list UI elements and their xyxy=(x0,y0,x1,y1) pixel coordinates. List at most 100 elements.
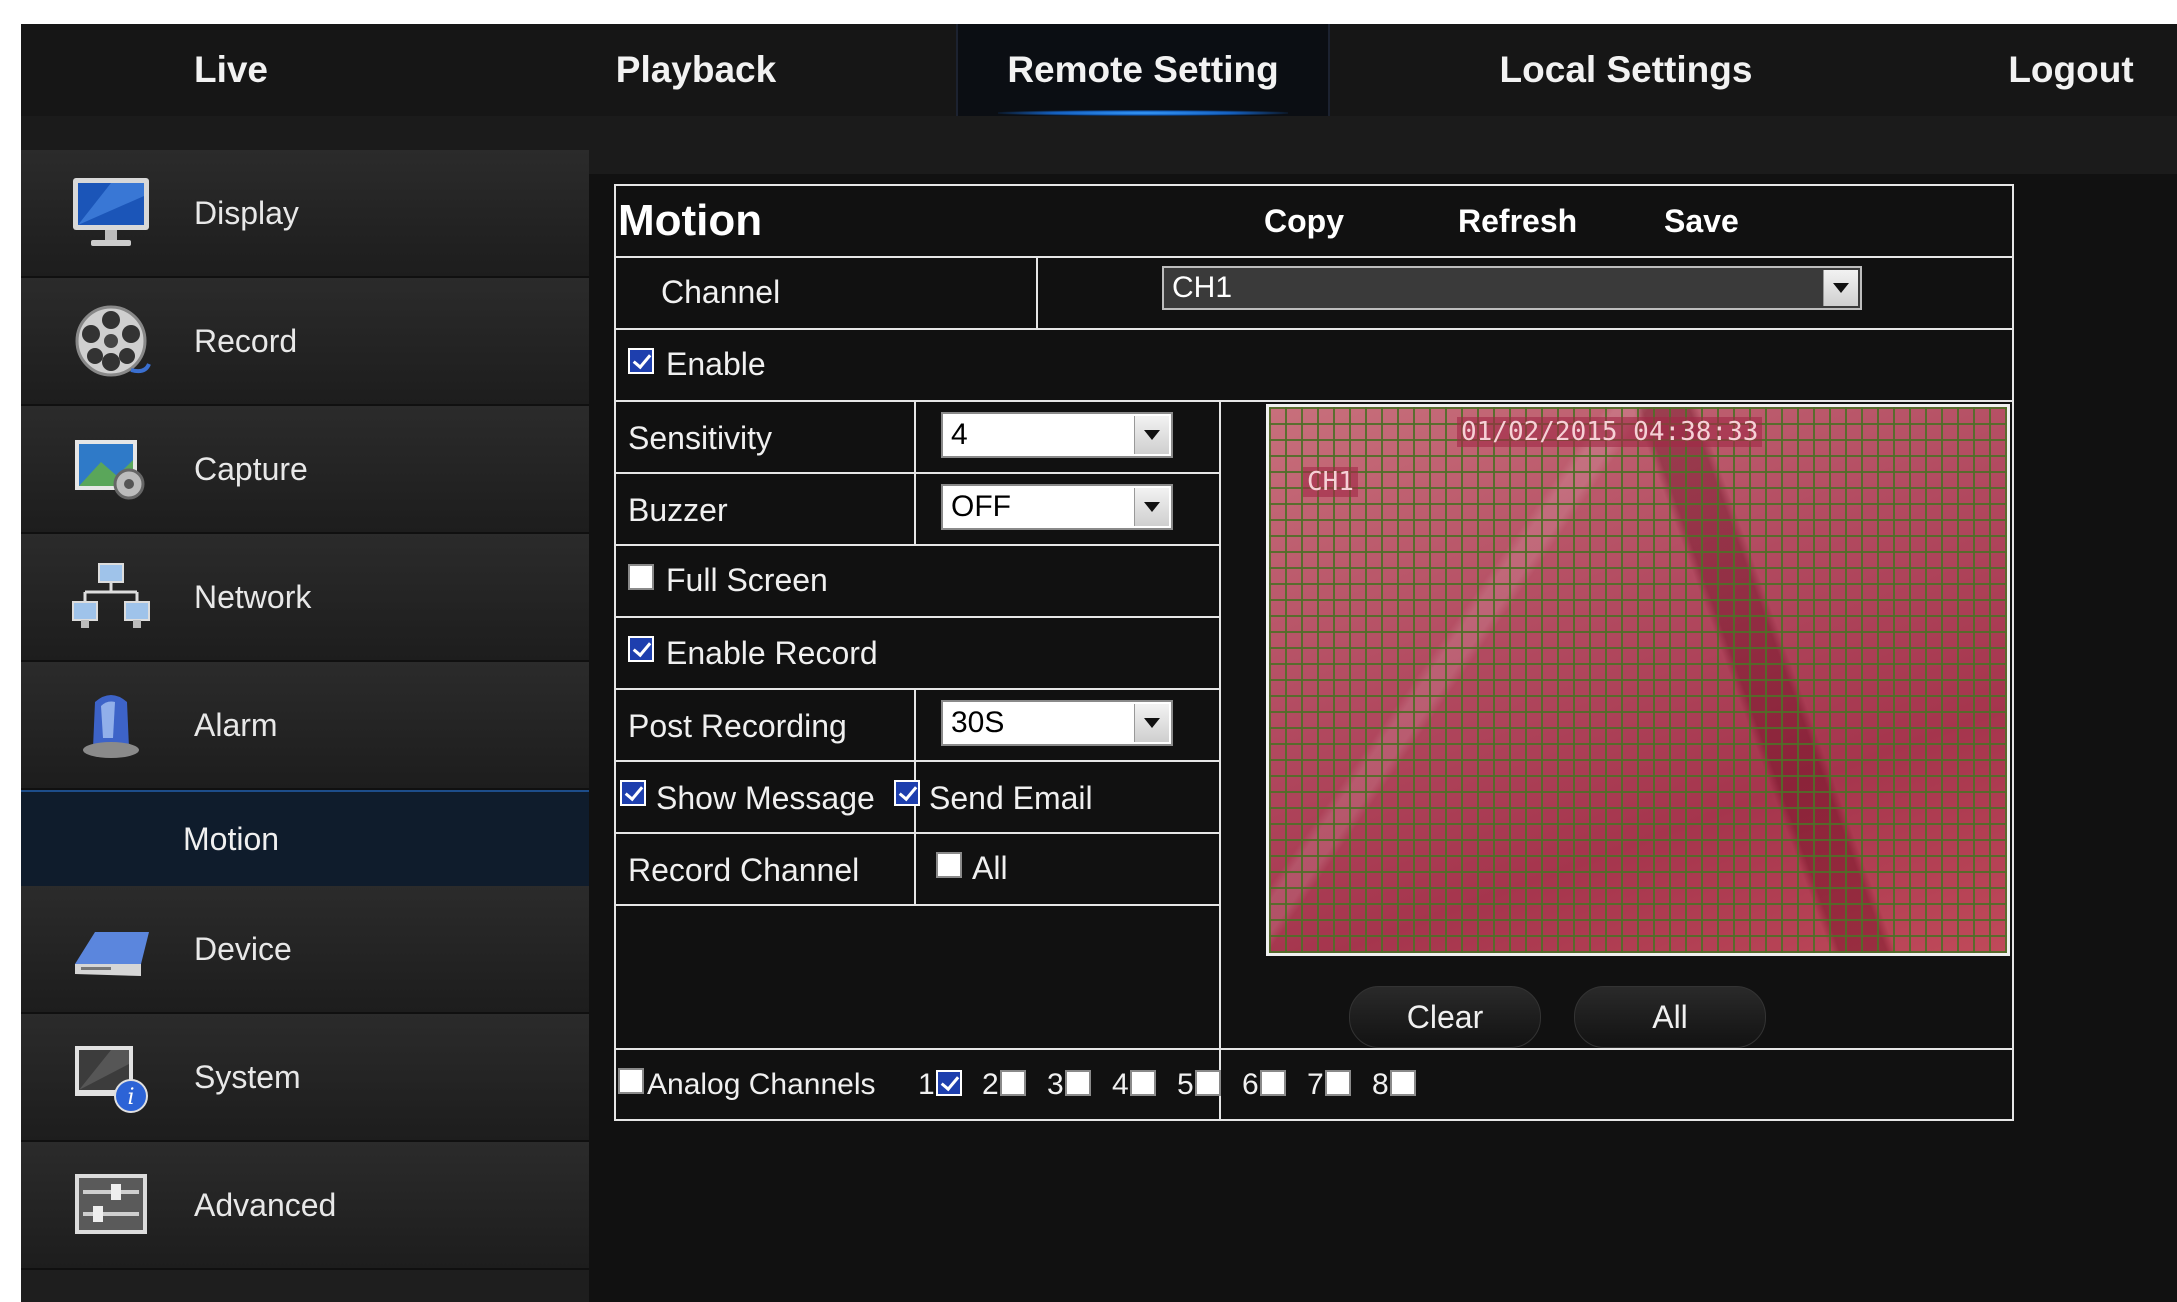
row-line xyxy=(616,688,1220,690)
full-screen-checkbox[interactable] xyxy=(628,564,654,590)
sensitivity-label: Sensitivity xyxy=(628,420,773,456)
channel-number: 8 xyxy=(1372,1068,1389,1101)
dvr-app: Live Playback Remote Setting Local Setti… xyxy=(21,24,2177,1302)
enable-row: Enable xyxy=(616,328,2012,402)
channel-7-checkbox[interactable] xyxy=(1325,1070,1351,1096)
channel-label: Channel xyxy=(661,274,781,310)
record-channel-all-checkbox[interactable] xyxy=(936,852,962,878)
panel-header: Motion Copy Refresh Save xyxy=(616,186,2012,258)
send-email-checkbox[interactable] xyxy=(894,780,920,806)
channel-5-checkbox[interactable] xyxy=(1195,1070,1221,1096)
sidebar-subitem-motion[interactable]: Motion xyxy=(21,790,589,888)
chevron-down-icon xyxy=(1134,488,1169,526)
row-line xyxy=(616,616,1220,618)
record-channel-all-label: All xyxy=(972,850,1008,886)
channel-4-checkbox[interactable] xyxy=(1130,1070,1156,1096)
nav-live[interactable]: Live xyxy=(111,24,351,116)
sidebar-item-system[interactable]: i System xyxy=(21,1014,589,1142)
motion-panel: Motion Copy Refresh Save Channel CH1 Ena… xyxy=(614,184,2014,1121)
sidebar: Display Record Capture Network Alarm Mot… xyxy=(21,150,589,1302)
sidebar-item-network[interactable]: Network xyxy=(21,534,589,662)
select-all-button[interactable]: All xyxy=(1574,986,1766,1048)
chevron-down-icon xyxy=(1134,704,1169,742)
channel-8-checkbox[interactable] xyxy=(1390,1070,1416,1096)
show-message-label: Show Message xyxy=(656,780,875,816)
sidebar-subitem-label: Motion xyxy=(183,821,280,857)
sensitivity-value: 4 xyxy=(951,418,968,451)
channel-2-checkbox[interactable] xyxy=(1000,1070,1026,1096)
channel-6-checkbox[interactable] xyxy=(1260,1070,1286,1096)
channel-number: 6 xyxy=(1242,1068,1259,1101)
divider xyxy=(1036,256,1038,328)
post-recording-label: Post Recording xyxy=(628,708,847,744)
copy-button[interactable]: Copy xyxy=(1264,186,1344,256)
channel-3-checkbox[interactable] xyxy=(1065,1070,1091,1096)
nav-local-settings[interactable]: Local Settings xyxy=(1461,24,1791,116)
network-icon xyxy=(72,563,150,628)
motion-area-grid[interactable]: 01/02/2015 04:38:33 CH1 xyxy=(1266,404,2010,956)
sidebar-item-advanced[interactable]: Advanced xyxy=(21,1142,589,1270)
nav-remote-setting[interactable]: Remote Setting xyxy=(956,24,1330,116)
system-info-icon: i xyxy=(75,1046,148,1113)
capture-gear-icon xyxy=(75,440,145,500)
enable-record-checkbox[interactable] xyxy=(628,636,654,662)
nav-playback[interactable]: Playback xyxy=(566,24,826,116)
nav-logout[interactable]: Logout xyxy=(1981,24,2161,116)
buzzer-value: OFF xyxy=(951,490,1011,523)
film-reel-icon xyxy=(75,305,151,377)
clear-button[interactable]: Clear xyxy=(1349,986,1541,1048)
post-recording-value: 30S xyxy=(951,706,1005,739)
channel-number: 4 xyxy=(1112,1068,1129,1101)
channel-number: 1 xyxy=(918,1068,935,1101)
timestamp-osd: 01/02/2015 04:38:33 xyxy=(1457,417,1763,447)
enable-checkbox[interactable] xyxy=(628,348,654,374)
alarm-siren-icon xyxy=(83,695,139,758)
full-screen-label: Full Screen xyxy=(666,562,828,598)
post-recording-select[interactable]: 30S xyxy=(941,700,1173,746)
row-line xyxy=(616,544,1220,546)
row-line xyxy=(616,904,1220,906)
channel-row: Channel CH1 xyxy=(616,256,2012,330)
monitor-icon xyxy=(73,178,149,246)
buzzer-label: Buzzer xyxy=(628,492,728,528)
send-email-label: Send Email xyxy=(929,780,1093,816)
sidebar-item-label: System xyxy=(194,1059,301,1095)
sidebar-item-label: Advanced xyxy=(194,1187,337,1223)
sidebar-item-record[interactable]: Record xyxy=(21,278,589,406)
enable-record-label: Enable Record xyxy=(666,635,878,671)
sidebar-item-label: Device xyxy=(194,931,292,967)
sidebar-item-label: Record xyxy=(194,323,298,359)
enable-label: Enable xyxy=(666,346,766,382)
sidebar-item-device[interactable]: Device xyxy=(21,886,589,1014)
buzzer-select[interactable]: OFF xyxy=(941,484,1173,530)
row-line xyxy=(616,832,1220,834)
channel-number: 5 xyxy=(1177,1068,1194,1101)
sidebar-item-alarm[interactable]: Alarm xyxy=(21,662,589,790)
sidebar-item-display[interactable]: Display xyxy=(21,150,589,278)
refresh-button[interactable]: Refresh xyxy=(1458,186,1577,256)
channel-number: 3 xyxy=(1047,1068,1064,1101)
motion-preview: 01/02/2015 04:38:33 CH1 Clear All xyxy=(1256,400,2016,1048)
channel-select[interactable]: CH1 xyxy=(1162,266,1862,310)
row-line xyxy=(616,1048,2012,1050)
channel-number: 7 xyxy=(1307,1068,1324,1101)
svg-text:i: i xyxy=(127,1085,134,1110)
analog-channels-label: Analog Channels xyxy=(647,1068,876,1101)
save-button[interactable]: Save xyxy=(1664,186,1739,256)
panel-title: Motion xyxy=(618,196,763,245)
row-line xyxy=(616,760,1220,762)
channel-osd: CH1 xyxy=(1303,467,1358,497)
channel-number: 2 xyxy=(982,1068,999,1101)
hard-drive-icon xyxy=(75,932,149,976)
sidebar-item-capture[interactable]: Capture xyxy=(21,406,589,534)
top-nav: Live Playback Remote Setting Local Setti… xyxy=(21,24,2177,116)
analog-channels-checkbox[interactable] xyxy=(618,1068,644,1094)
show-message-checkbox[interactable] xyxy=(620,780,646,806)
channel-value: CH1 xyxy=(1172,271,1233,304)
row-line xyxy=(616,472,1220,474)
chevron-down-icon xyxy=(1134,416,1169,454)
sidebar-item-label: Display xyxy=(194,195,299,231)
channel-1-checkbox[interactable] xyxy=(936,1070,962,1096)
sensitivity-select[interactable]: 4 xyxy=(941,412,1173,458)
chevron-down-icon xyxy=(1823,270,1858,306)
